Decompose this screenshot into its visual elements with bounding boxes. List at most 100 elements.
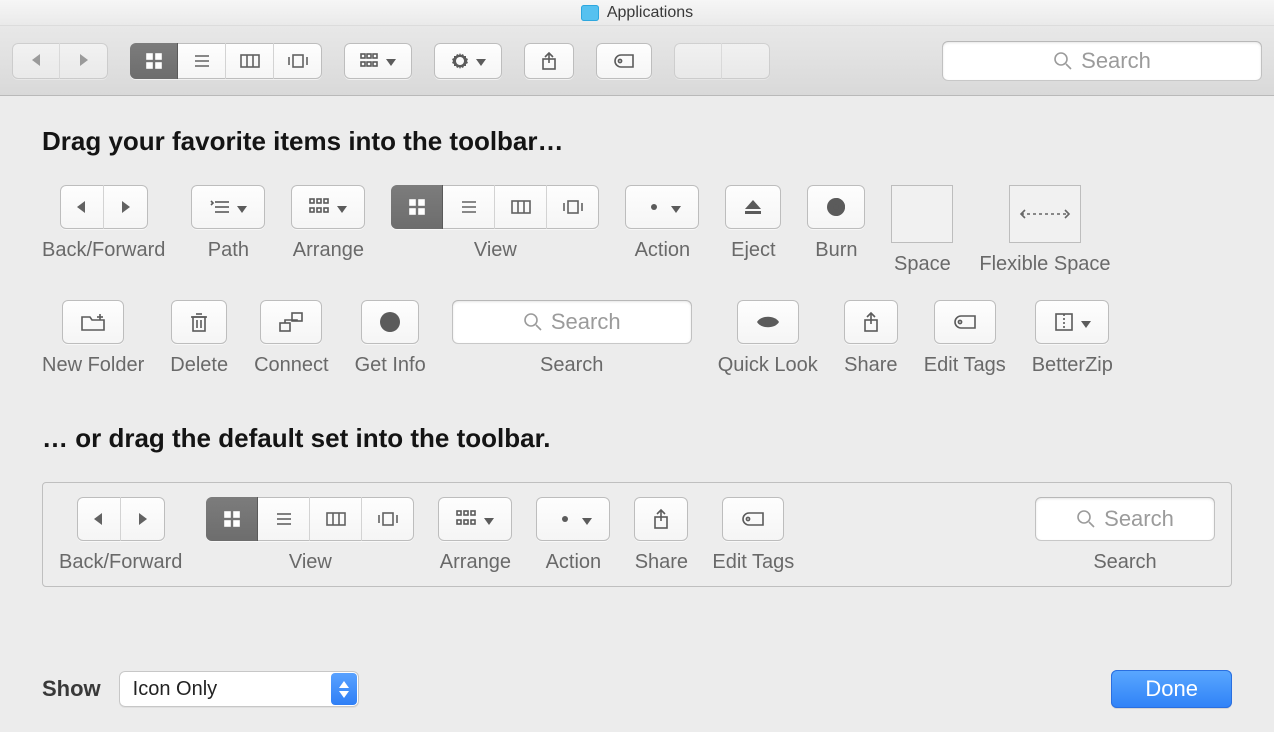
view-columns[interactable] bbox=[226, 43, 274, 79]
coverflow-icon bbox=[561, 198, 585, 216]
chevron-down-icon bbox=[582, 508, 592, 531]
chevron-left-icon bbox=[94, 508, 102, 531]
item-label: Arrange bbox=[293, 239, 364, 262]
gallery-item-view[interactable]: View bbox=[391, 185, 599, 262]
item-label: Edit Tags bbox=[924, 354, 1006, 377]
show-label: Show bbox=[42, 676, 101, 702]
search-icon bbox=[1053, 51, 1073, 71]
item-label: Action bbox=[635, 239, 691, 262]
gallery-item-eject[interactable]: Eject bbox=[725, 185, 781, 262]
chevron-down-icon bbox=[476, 50, 486, 71]
connect-icon bbox=[278, 311, 304, 333]
item-label: Action bbox=[546, 551, 602, 574]
gallery-item-path[interactable]: Path bbox=[191, 185, 265, 262]
gallery-item-back-forward[interactable]: Back/Forward bbox=[42, 185, 165, 262]
back-button[interactable] bbox=[12, 43, 60, 79]
columns-icon bbox=[510, 198, 532, 216]
gallery-item-share[interactable]: Share bbox=[844, 300, 898, 377]
gallery-item-connect[interactable]: Connect bbox=[254, 300, 329, 377]
toolbar-search[interactable]: Search bbox=[942, 41, 1262, 81]
share-icon bbox=[652, 508, 670, 530]
gallery-item-space[interactable]: Space bbox=[891, 185, 953, 276]
chevron-down-icon bbox=[484, 508, 494, 531]
search-icon bbox=[1076, 509, 1096, 529]
gallery-item-quick-look[interactable]: Quick Look bbox=[718, 300, 818, 377]
item-label: Arrange bbox=[440, 551, 511, 574]
item-label: Flexible Space bbox=[979, 253, 1110, 276]
list-icon bbox=[274, 510, 294, 528]
gear-icon bbox=[554, 508, 576, 530]
chevron-right-icon bbox=[122, 196, 130, 219]
item-label: Connect bbox=[254, 354, 329, 377]
toolbar-action[interactable] bbox=[434, 43, 502, 79]
toolbar-items-gallery: Back/Forward Path Arrange bbox=[42, 185, 1232, 377]
gallery-item-flexible-space[interactable]: Flexible Space bbox=[979, 185, 1110, 276]
default-edit-tags: Edit Tags bbox=[712, 497, 794, 574]
item-label: Space bbox=[894, 253, 951, 276]
share-icon bbox=[540, 51, 558, 71]
sheet-footer: Show Icon Only Done bbox=[0, 652, 1274, 732]
view-list[interactable] bbox=[178, 43, 226, 79]
toolbar-view-switch[interactable] bbox=[130, 43, 322, 79]
flexible-space-icon bbox=[1009, 185, 1081, 243]
default-share: Share bbox=[634, 497, 688, 574]
toolbar-arrange[interactable] bbox=[344, 43, 412, 79]
path-icon bbox=[209, 198, 231, 216]
item-label: Back/Forward bbox=[59, 551, 182, 574]
chevron-down-icon bbox=[386, 50, 396, 71]
select-stepper-icon bbox=[331, 673, 357, 705]
default-toolbar-set[interactable]: Back/Forward View Arrange Action bbox=[42, 482, 1232, 587]
info-icon bbox=[379, 311, 401, 333]
space-icon bbox=[891, 185, 953, 243]
view-gallery bbox=[547, 185, 599, 229]
toolbar-share[interactable] bbox=[524, 43, 574, 79]
item-label: Eject bbox=[731, 239, 775, 262]
chevron-right-icon bbox=[80, 50, 88, 71]
item-label: Share bbox=[635, 551, 688, 574]
back-button bbox=[60, 185, 104, 229]
done-label: Done bbox=[1145, 676, 1198, 702]
chevron-down-icon bbox=[237, 196, 247, 219]
default-back-forward: Back/Forward bbox=[59, 497, 182, 574]
eject-icon bbox=[743, 197, 763, 217]
toolbar-back-forward[interactable] bbox=[12, 43, 108, 79]
trash-icon bbox=[189, 311, 209, 333]
coverflow-icon bbox=[286, 52, 310, 70]
item-label: Get Info bbox=[355, 354, 426, 377]
share-icon bbox=[862, 311, 880, 333]
gallery-item-search[interactable]: Search Search bbox=[452, 300, 692, 377]
sheet-heading: Drag your favorite items into the toolba… bbox=[42, 126, 1232, 157]
grid-icon bbox=[145, 52, 163, 70]
group-icon bbox=[360, 53, 380, 69]
item-label: Back/Forward bbox=[42, 239, 165, 262]
gallery-item-burn[interactable]: Burn bbox=[807, 185, 865, 262]
view-icons[interactable] bbox=[130, 43, 178, 79]
finder-folder-icon bbox=[581, 5, 599, 21]
search-icon bbox=[523, 312, 543, 332]
forward-button[interactable] bbox=[60, 43, 108, 79]
list-icon bbox=[192, 52, 212, 70]
item-label: Search bbox=[540, 354, 603, 377]
show-mode-select[interactable]: Icon Only bbox=[119, 671, 359, 707]
gallery-item-arrange[interactable]: Arrange bbox=[291, 185, 365, 262]
gallery-item-new-folder[interactable]: New Folder bbox=[42, 300, 144, 377]
gallery-item-action[interactable]: Action bbox=[625, 185, 699, 262]
default-arrange: Arrange bbox=[438, 497, 512, 574]
view-gallery[interactable] bbox=[274, 43, 322, 79]
item-label: BetterZip bbox=[1032, 354, 1113, 377]
gallery-item-edit-tags[interactable]: Edit Tags bbox=[924, 300, 1006, 377]
chevron-down-icon bbox=[1081, 311, 1091, 334]
grid-icon bbox=[223, 510, 241, 528]
done-button[interactable]: Done bbox=[1111, 670, 1232, 708]
view-columns bbox=[495, 185, 547, 229]
gallery-item-get-info[interactable]: Get Info bbox=[355, 300, 426, 377]
search-placeholder: Search bbox=[551, 309, 621, 335]
gallery-item-delete[interactable]: Delete bbox=[170, 300, 228, 377]
columns-icon bbox=[239, 52, 261, 70]
group-icon bbox=[456, 510, 478, 528]
eye-icon bbox=[755, 313, 781, 331]
item-label: View bbox=[289, 551, 332, 574]
new-folder-icon bbox=[80, 312, 106, 332]
toolbar-edit-tags[interactable] bbox=[596, 43, 652, 79]
gallery-item-betterzip[interactable]: BetterZip bbox=[1032, 300, 1113, 377]
